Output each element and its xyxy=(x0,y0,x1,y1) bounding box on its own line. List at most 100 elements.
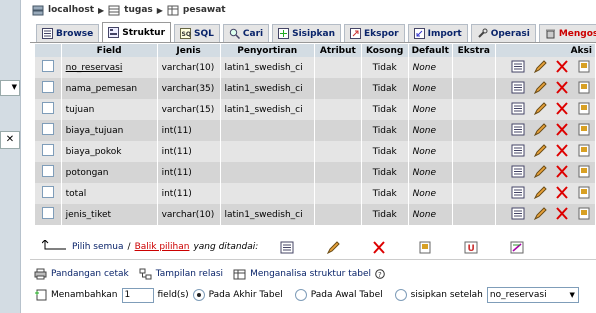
radio-begin-of-table[interactable] xyxy=(294,289,307,301)
breadcrumb-server[interactable]: localhost xyxy=(48,5,94,15)
help-icon[interactable]: ? xyxy=(375,269,385,279)
row-checkbox-box[interactable] xyxy=(41,102,54,114)
tab-export[interactable]: Ekspor xyxy=(344,24,405,42)
header-default: Default xyxy=(408,44,453,57)
field-name[interactable]: total xyxy=(61,183,158,204)
tab-import[interactable]: Import xyxy=(407,24,468,42)
row-checkbox-box[interactable] xyxy=(41,81,54,93)
row-checkbox-box[interactable] xyxy=(41,165,54,177)
field-name[interactable]: tujuan xyxy=(61,99,158,120)
row-checkbox-box[interactable] xyxy=(41,186,54,198)
field-default: None xyxy=(408,78,453,99)
table-row: no_reservasi varchar(10) latin1_swedish_ci… xyxy=(35,57,596,78)
delete-selected-icon[interactable] xyxy=(372,240,386,254)
edit-icon[interactable] xyxy=(533,206,547,220)
edit-icon[interactable] xyxy=(533,80,547,94)
row-checkbox[interactable] xyxy=(35,183,62,204)
row-checkbox[interactable] xyxy=(35,99,62,120)
delete-icon[interactable] xyxy=(555,101,569,115)
edit-selected-icon[interactable] xyxy=(326,240,341,254)
primary-key-icon[interactable] xyxy=(577,207,591,220)
row-checkbox[interactable] xyxy=(35,141,62,162)
edit-icon[interactable] xyxy=(533,143,547,157)
deselect-all-link[interactable]: Balik pilihan xyxy=(135,242,190,252)
field-name[interactable]: jenis_tiket xyxy=(61,204,158,225)
radio-after-field[interactable] xyxy=(394,289,407,301)
browse-distinct-icon[interactable] xyxy=(511,207,525,220)
row-checkbox-box[interactable] xyxy=(41,123,54,135)
delete-icon[interactable] xyxy=(555,164,569,178)
field-name[interactable]: biaya_pokok xyxy=(61,141,158,162)
edit-icon[interactable] xyxy=(533,185,547,199)
row-checkbox[interactable] xyxy=(35,162,62,183)
row-checkbox[interactable] xyxy=(35,120,62,141)
tab-label: Mengoso xyxy=(558,28,596,39)
delete-icon[interactable] xyxy=(555,185,569,199)
unique-selected-icon[interactable]: U xyxy=(464,241,478,254)
browse-distinct-icon[interactable] xyxy=(511,186,525,199)
primary-key-icon[interactable] xyxy=(577,123,591,136)
select-all-link[interactable]: Pilih semua xyxy=(72,242,124,252)
edit-icon[interactable] xyxy=(533,164,547,178)
browse-distinct-icon[interactable] xyxy=(511,165,525,178)
relation-view-link[interactable]: Tampilan relasi xyxy=(156,269,223,279)
radio-end-of-table[interactable] xyxy=(192,289,205,301)
database-select[interactable]: ▼ xyxy=(0,80,20,96)
field-name[interactable]: nama_pemesan xyxy=(61,78,158,99)
analyze-structure-link[interactable]: Menganalisa struktur tabel xyxy=(250,269,371,279)
delete-icon[interactable] xyxy=(555,80,569,94)
field-extra xyxy=(452,57,496,78)
add-label: Menambahkan xyxy=(51,290,118,300)
row-checkbox-box[interactable] xyxy=(41,144,54,156)
primary-key-icon[interactable] xyxy=(577,60,591,73)
field-name[interactable]: no_reservasi xyxy=(61,57,158,78)
tab-operations[interactable]: Operasi xyxy=(470,24,536,42)
breadcrumb-table[interactable]: pesawat xyxy=(183,5,226,15)
row-checkbox[interactable] xyxy=(35,57,62,78)
tab-insert[interactable]: Sisipkan xyxy=(272,24,342,42)
browse-distinct-icon[interactable] xyxy=(511,123,525,136)
primary-key-icon[interactable] xyxy=(577,81,591,94)
row-checkbox-box[interactable] xyxy=(41,60,54,72)
delete-icon[interactable] xyxy=(555,122,569,136)
delete-icon[interactable] xyxy=(555,206,569,220)
browse-distinct-icon[interactable] xyxy=(511,144,525,157)
field-attributes xyxy=(314,120,362,141)
tab-search[interactable]: Cari xyxy=(222,24,270,42)
tab-empty[interactable]: Mengoso xyxy=(538,24,596,42)
tab-structure[interactable]: Struktur xyxy=(102,22,172,42)
primary-key-icon[interactable] xyxy=(577,186,591,199)
after-field-select[interactable]: no_reservasi ▼ xyxy=(486,287,579,303)
browse-distinct-icon[interactable] xyxy=(511,60,525,73)
row-actions xyxy=(495,204,596,225)
table-icon xyxy=(167,5,179,15)
svg-text:SQ: SQ xyxy=(182,31,191,38)
delete-icon[interactable] xyxy=(555,143,569,157)
edit-icon[interactable] xyxy=(533,59,547,73)
browse-distinct-icon[interactable] xyxy=(511,81,525,94)
delete-icon[interactable] xyxy=(555,59,569,73)
edit-icon[interactable] xyxy=(533,101,547,115)
close-icon[interactable]: ✕ xyxy=(0,131,20,149)
breadcrumb-database[interactable]: tugas xyxy=(124,5,153,15)
print-view-link[interactable]: Pandangan cetak xyxy=(51,269,129,279)
primary-key-selected-icon[interactable] xyxy=(418,241,432,254)
primary-key-icon[interactable] xyxy=(577,165,591,178)
field-name[interactable]: potongan xyxy=(61,162,158,183)
primary-key-icon[interactable] xyxy=(577,144,591,157)
selection-row: Pilih semua / Balik pilihan yang ditanda… xyxy=(42,238,524,256)
index-selected-icon[interactable] xyxy=(510,241,524,254)
tab-sql[interactable]: SQ SQL xyxy=(174,24,220,42)
relation-icon xyxy=(139,268,152,280)
tab-browse[interactable]: Browse xyxy=(36,24,100,42)
field-name[interactable]: biaya_tujuan xyxy=(61,120,158,141)
field-attributes xyxy=(314,57,362,78)
row-checkbox-box[interactable] xyxy=(41,207,54,219)
edit-icon[interactable] xyxy=(533,122,547,136)
row-checkbox[interactable] xyxy=(35,204,62,225)
add-field-count-input[interactable]: 1 xyxy=(121,287,154,303)
row-checkbox[interactable] xyxy=(35,78,62,99)
browse-distinct-icon[interactable] xyxy=(511,102,525,115)
primary-key-icon[interactable] xyxy=(577,102,591,115)
browse-selected-icon[interactable] xyxy=(280,241,294,254)
